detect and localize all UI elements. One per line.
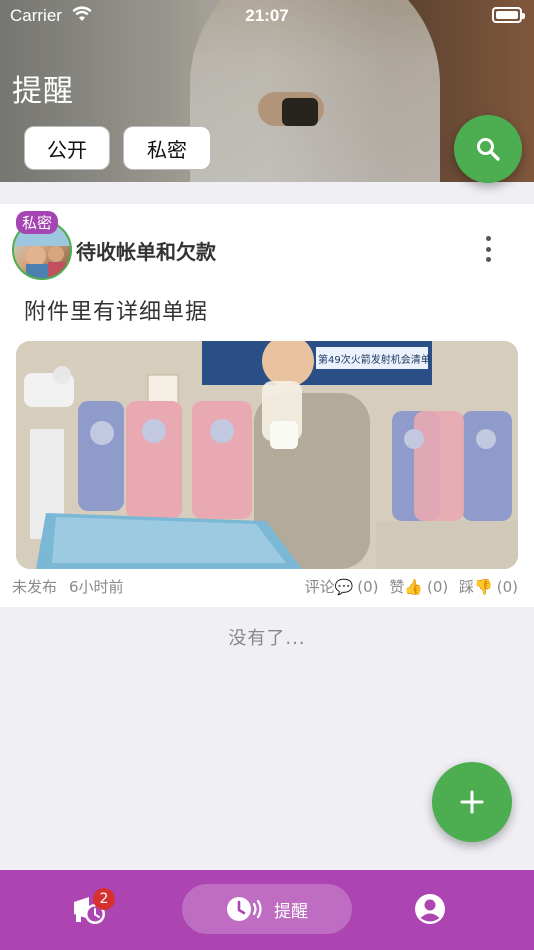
post-time: 6小时前	[69, 578, 124, 596]
list-end-text: 没有了...	[228, 628, 306, 649]
like-count: (0)	[427, 578, 449, 596]
nav-reminders-tab[interactable]: 提醒	[182, 884, 352, 934]
status-bar: Carrier 21:07	[0, 0, 534, 32]
photo-tv-caption: 第49次火箭发射机会清单	[318, 353, 431, 366]
filter-public-button[interactable]: 公开	[24, 126, 110, 170]
plus-icon	[460, 790, 484, 814]
comment-button[interactable]: 评论💬 (0)	[305, 578, 379, 596]
post-title: 待收帐单和欠款	[76, 240, 216, 264]
battery-icon	[492, 7, 525, 23]
dislike-button[interactable]: 踩👎 (0)	[459, 578, 518, 596]
nav-reminders-label: 提醒	[274, 901, 308, 922]
private-tag: 私密	[16, 211, 59, 234]
thumbs-down-icon: 👎	[474, 578, 493, 596]
post-photo[interactable]: 第49次火箭发射机会清单	[16, 341, 518, 569]
thumbs-up-icon: 👍	[404, 578, 424, 596]
post-stats: 评论💬 (0) 赞👍 (0) 踩👎 (0)	[305, 576, 518, 597]
like-button[interactable]: 赞👍 (0)	[389, 578, 448, 596]
more-options-icon[interactable]	[478, 236, 498, 262]
post-card[interactable]: 私密 待收帐单和欠款 附件里有详细单据 第49次火箭发射机会清单 未发布 6小时…	[0, 204, 534, 607]
nav-profile[interactable]	[402, 884, 458, 934]
bottom-nav: 2 提醒	[0, 870, 534, 950]
notification-badge: 2	[93, 888, 115, 910]
post-status: 未发布	[12, 578, 58, 596]
clock-sound-icon	[227, 897, 262, 921]
filter-private-button[interactable]: 私密	[123, 126, 211, 170]
search-button[interactable]	[454, 115, 522, 183]
dislike-count: (0)	[496, 578, 518, 596]
add-button[interactable]	[432, 762, 512, 842]
profile-icon	[415, 894, 445, 924]
comment-count: (0)	[357, 578, 379, 596]
page-title: 提醒	[12, 74, 74, 109]
post-meta: 未发布 6小时前	[12, 576, 124, 597]
comment-icon: 💬	[334, 578, 354, 596]
status-time: 21:07	[245, 6, 289, 25]
nav-scheduled-reminders[interactable]: 2	[60, 884, 120, 934]
post-body: 附件里有详细单据	[24, 300, 209, 325]
search-icon	[477, 138, 500, 161]
